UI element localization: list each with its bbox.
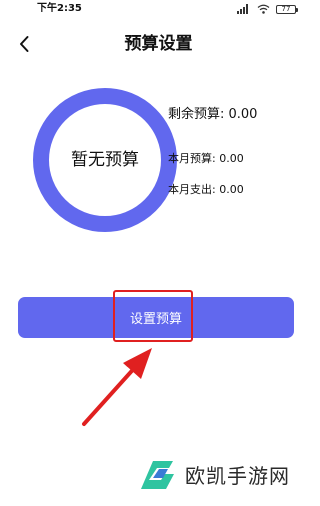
battery-level: 77 [281,4,291,13]
status-bar: 下午2:35 77 [0,0,317,18]
month-spend-text: 本月支出: 0.00 [168,183,244,196]
red-arrow-icon [82,348,152,426]
watermark: 欧凯手游网 [139,458,290,494]
wifi-icon [257,4,270,14]
budget-status-text: 暂无预算 [71,150,139,170]
remaining-budget-text: 剩余预算: 0.00 [168,107,258,122]
month-budget-text: 本月预算: 0.00 [168,152,244,165]
battery-icon: 77 [276,4,298,14]
status-time: 下午2:35 [37,3,82,14]
status-icons: 77 [237,3,298,15]
watermark-logo-icon [141,461,174,489]
watermark-text: 欧凯手游网 [185,464,290,488]
set-budget-button[interactable]: 设置预算 [18,297,294,338]
budget-ring: 暂无预算 [33,88,177,232]
nav-bar: 预算设置 [0,26,317,62]
set-budget-label: 设置预算 [129,312,182,327]
page-title: 预算设置 [124,34,193,54]
signal-icon [237,4,248,14]
